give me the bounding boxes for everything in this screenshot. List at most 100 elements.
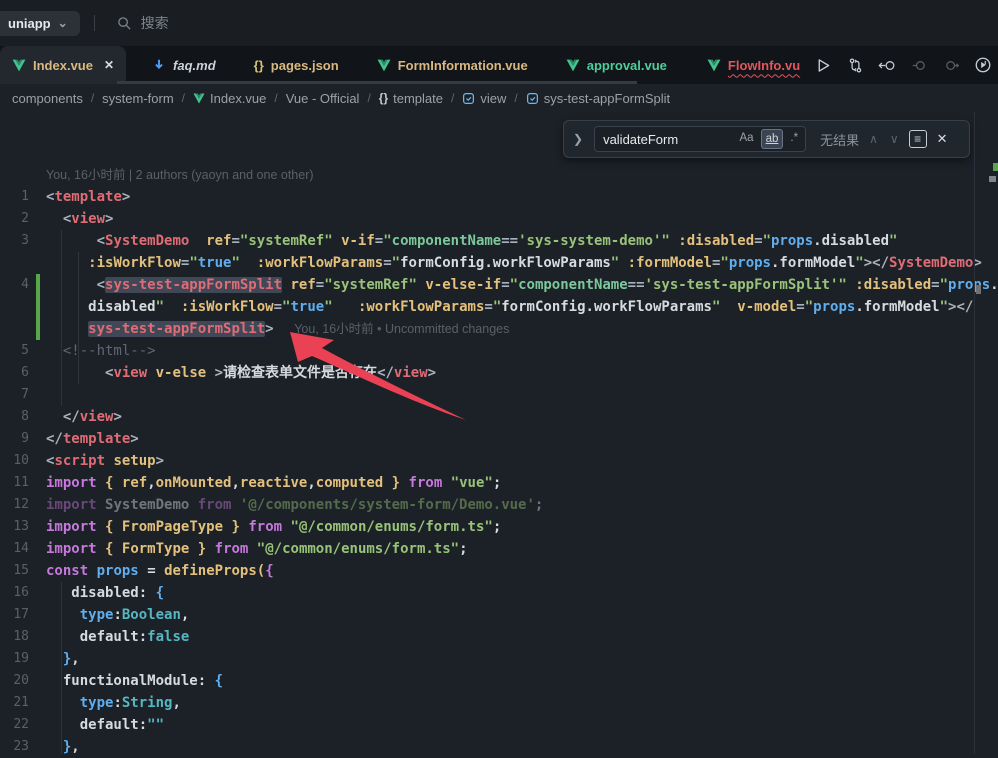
code-editor[interactable]: You, 16小时前 | 2 authors (yaoyn and one ot…: [0, 112, 998, 754]
tab-approval-vue[interactable]: approval.vue: [554, 46, 679, 84]
code-line[interactable]: 1<template>: [0, 186, 974, 208]
code-line[interactable]: 12import SystemDemo from '@/components/s…: [0, 494, 974, 516]
overview-ruler[interactable]: [974, 112, 975, 754]
tab-label: faq.md: [173, 58, 216, 73]
code-line[interactable]: 17 type:Boolean,: [0, 604, 974, 626]
tab-label: pages.json: [271, 58, 339, 73]
code-line[interactable]: 9</template>: [0, 428, 974, 450]
nav-forward-icon[interactable]: [940, 54, 962, 76]
ruler-modified-marker: [993, 163, 998, 171]
ruler-marker: [976, 285, 981, 294]
find-in-selection-icon[interactable]: ≡: [909, 130, 927, 148]
line-number: 4: [0, 274, 46, 296]
code-line[interactable]: disabled" :isWorkFlow="true" :workFlowPa…: [0, 296, 974, 318]
run-file-button[interactable]: [812, 54, 834, 76]
line-number: 22: [0, 714, 46, 736]
close-icon[interactable]: ✕: [104, 58, 114, 72]
breadcrumb-system-form[interactable]: system-form: [102, 91, 174, 106]
breadcrumb: components / system-form / Index.vue / V…: [0, 84, 998, 112]
line-number: 12: [0, 494, 46, 516]
line-number: 6: [0, 362, 46, 384]
previous-match-icon[interactable]: ∧: [867, 132, 880, 146]
code-line[interactable]: You, 16小时前 | 2 authors (yaoyn and one ot…: [0, 164, 974, 186]
search-placeholder: 搜索: [141, 13, 169, 33]
search-icon: [117, 16, 132, 31]
json-icon: {}: [254, 58, 264, 73]
code-line[interactable]: 14import { FormType } from "@/common/enu…: [0, 538, 974, 560]
code-line[interactable]: 21 type:String,: [0, 692, 974, 714]
ruler-marker: [989, 176, 996, 182]
code-lines: You, 16小时前 | 2 authors (yaoyn and one ot…: [0, 164, 974, 758]
breadcrumb-view[interactable]: view: [462, 91, 506, 106]
code-line[interactable]: sys-test-appFormSplit> You, 16小时前 • Unco…: [0, 318, 974, 340]
code-line[interactable]: 19 },: [0, 648, 974, 670]
code-line[interactable]: 13import { FromPageType } from "@/common…: [0, 516, 974, 538]
breadcrumb-separator: /: [182, 91, 185, 105]
line-number: 20: [0, 670, 46, 692]
next-match-icon[interactable]: ∨: [888, 132, 901, 146]
symbol-module-icon: {}: [379, 91, 388, 105]
line-number: 8: [0, 406, 46, 428]
code-line[interactable]: 3 <SystemDemo ref="systemRef" v-if="comp…: [0, 230, 974, 252]
line-number: 23: [0, 736, 46, 758]
tab-faq-md[interactable]: faq.md: [140, 46, 228, 84]
divider: [94, 15, 95, 31]
regex-toggle[interactable]: .*: [786, 129, 802, 149]
line-number: 18: [0, 626, 46, 648]
nav-back-icon[interactable]: [908, 54, 930, 76]
line-number: 11: [0, 472, 46, 494]
whole-word-toggle[interactable]: ab: [761, 129, 784, 149]
editor-actions: ⋯: [812, 46, 998, 84]
tab-pages-json[interactable]: {} pages.json: [242, 46, 351, 84]
line-number: 19: [0, 648, 46, 670]
toggle-replace-icon[interactable]: ❯: [570, 132, 586, 146]
code-line[interactable]: 16 disabled: {: [0, 582, 974, 604]
line-number: 16: [0, 582, 46, 604]
chevron-down-icon: ⌄: [58, 19, 68, 27]
breadcrumb-sys-test-appformsplit[interactable]: sys-test-appFormSplit: [526, 91, 670, 106]
debug-run-icon[interactable]: [972, 54, 994, 76]
code-line[interactable]: 4 <sys-test-appFormSplit ref="systemRef"…: [0, 274, 974, 296]
tab-flowinfo-vue[interactable]: FlowInfo.vu: [695, 46, 812, 84]
vue-icon: [707, 59, 721, 72]
code-line[interactable]: :isWorkFlow="true" :workFlowParams="form…: [0, 252, 974, 274]
code-line[interactable]: 22 default:"": [0, 714, 974, 736]
find-widget: ❯ Aa ab .* 无结果 ∧ ∨ ≡ ✕: [563, 120, 970, 158]
code-line[interactable]: 18 default:false: [0, 626, 974, 648]
breadcrumb-separator: /: [367, 91, 370, 105]
line-number: 7: [0, 384, 46, 406]
close-icon[interactable]: ✕: [937, 131, 948, 147]
markdown-icon: [152, 58, 166, 72]
line-number: 17: [0, 604, 46, 626]
title-bar: uniapp ⌄ 搜索: [0, 0, 998, 46]
breadcrumb-index-vue[interactable]: Index.vue: [193, 91, 266, 106]
code-line[interactable]: 5 <!--html-->: [0, 340, 974, 362]
line-number: 9: [0, 428, 46, 450]
match-case-toggle[interactable]: Aa: [736, 129, 758, 149]
line-number: 2: [0, 208, 46, 230]
breadcrumb-separator: /: [274, 91, 277, 105]
code-line[interactable]: 8 </view>: [0, 406, 974, 428]
code-line[interactable]: 23 },: [0, 736, 974, 758]
code-line[interactable]: 7: [0, 384, 974, 406]
code-line[interactable]: 20 functionalModule: {: [0, 670, 974, 692]
tab-label: Index.vue: [33, 58, 93, 73]
breadcrumb-vue-official[interactable]: Vue - Official: [286, 91, 360, 106]
tab-forminformation-vue[interactable]: FormInformation.vue: [365, 46, 540, 84]
code-line[interactable]: 10<script setup>: [0, 450, 974, 472]
vue-icon: [12, 59, 26, 72]
tab-index-vue[interactable]: Index.vue ✕: [0, 46, 126, 84]
code-line[interactable]: 6 <view v-else >请检查表单文件是否存在</view>: [0, 362, 974, 384]
breadcrumb-template[interactable]: {} template: [379, 91, 443, 106]
project-menu-button[interactable]: uniapp ⌄: [0, 11, 80, 36]
line-number: 14: [0, 538, 46, 560]
git-compare-icon[interactable]: [844, 54, 866, 76]
breadcrumb-components[interactable]: components: [12, 91, 83, 106]
code-line[interactable]: 2 <view>: [0, 208, 974, 230]
code-line[interactable]: 11import { ref,onMounted,reactive,comput…: [0, 472, 974, 494]
tab-bar: Index.vue ✕ faq.md {} pages.json FormInf…: [0, 46, 998, 84]
global-search-button[interactable]: 搜索: [117, 13, 169, 33]
tab-label: FlowInfo.vu: [728, 58, 800, 73]
open-changes-icon[interactable]: [876, 54, 898, 76]
code-line[interactable]: 15const props = defineProps({: [0, 560, 974, 582]
